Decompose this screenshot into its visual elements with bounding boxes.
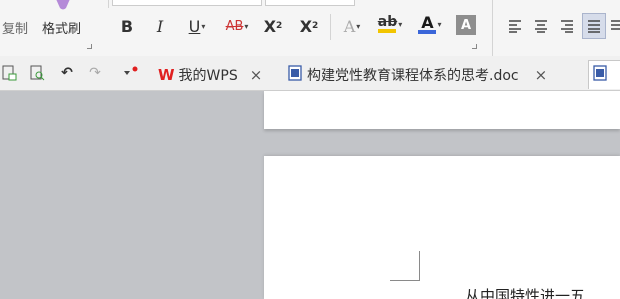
justify-icon[interactable] (582, 13, 606, 39)
font-color-label: A (421, 12, 434, 32)
page-margin-marker (390, 251, 420, 281)
document-icon (593, 65, 607, 85)
font-size-box-edge (265, 0, 355, 6)
font-color-bar (418, 29, 437, 34)
align-left-icon[interactable] (505, 14, 525, 38)
divider (492, 0, 493, 56)
italic-label: I (156, 16, 164, 36)
format-painter-button[interactable]: 格式刷 (42, 18, 81, 37)
subscript-button[interactable]: X 2 (296, 14, 322, 38)
print-preview-icon[interactable] (0, 64, 18, 82)
customize-toolbar-icon[interactable] (122, 64, 140, 82)
close-icon[interactable]: × (250, 66, 263, 84)
superscript-label: X (263, 16, 277, 36)
chevron-down-icon[interactable]: ▾ (356, 22, 360, 31)
font-name-box-edge (112, 0, 262, 6)
underline-button[interactable]: U ▾ (180, 14, 214, 38)
superscript-exponent: 2 (276, 21, 283, 31)
undo-icon[interactable]: ↶ (58, 64, 76, 82)
redo-icon[interactable]: ↷ (86, 64, 104, 82)
highlight-color-bar (378, 29, 397, 33)
char-shading-button[interactable]: A (456, 15, 476, 35)
chevron-down-icon[interactable]: ▾ (244, 22, 248, 31)
print-preview-icon-2[interactable] (28, 64, 46, 82)
tab-bar: ↶ ↷ W 我的WPS × 构建党性教育课程体系的思考.doc × (0, 56, 620, 91)
tab-active-document[interactable] (588, 60, 620, 89)
chevron-down-icon[interactable]: ▾ (398, 20, 402, 29)
text-effect-label: A (343, 16, 356, 36)
tab-my-wps[interactable]: W 我的WPS × (154, 60, 262, 89)
font-color-button[interactable]: A ▾ (412, 12, 448, 36)
copy-button[interactable]: 复制 (2, 18, 28, 37)
subscript-index: 2 (312, 21, 319, 31)
highlight-icon: ab (378, 15, 397, 33)
document-body-text[interactable]: 从中国特性进一五 (465, 285, 585, 299)
superscript-button[interactable]: X 2 (260, 14, 286, 38)
strikethrough-button[interactable]: AB ▾ (218, 14, 256, 38)
divider (108, 0, 109, 8)
subscript-label: X (299, 16, 313, 36)
char-shading-label: A (460, 17, 472, 33)
underline-label: U (188, 16, 201, 36)
close-icon[interactable]: × (535, 66, 548, 84)
chevron-down-icon[interactable]: ▾ (437, 20, 441, 29)
clipboard-dialog-launcher[interactable] (87, 44, 92, 49)
distributed-align-icon[interactable] (610, 14, 620, 38)
italic-button[interactable]: I (150, 14, 170, 38)
tab-document[interactable]: 构建党性教育课程体系的思考.doc × (288, 60, 547, 89)
tab-label: 我的WPS (178, 67, 238, 84)
document-icon (288, 64, 302, 85)
document-page-current[interactable] (264, 156, 620, 299)
ribbon-home: 复制 格式刷 B I U ▾ AB ▾ X 2 X 2 A ▾ ab ▾ A ▾… (0, 0, 620, 56)
font-color-icon: A (418, 12, 437, 34)
highlight-button[interactable]: ab ▾ (372, 12, 408, 36)
wps-logo-icon: W (158, 65, 175, 84)
format-painter-icon[interactable] (52, 0, 74, 10)
font-dialog-launcher[interactable] (472, 44, 477, 49)
document-page-previous (264, 91, 620, 129)
text-effect-button[interactable]: A ▾ (336, 14, 368, 38)
tab-label: 构建党性教育课程体系的思考.doc (307, 67, 519, 84)
chevron-down-icon[interactable]: ▾ (201, 22, 205, 31)
highlight-label: ab (377, 14, 398, 30)
bold-button[interactable]: B (117, 14, 137, 38)
bold-label: B (120, 16, 134, 36)
divider (330, 14, 331, 40)
align-center-icon[interactable] (531, 14, 551, 38)
strikethrough-label: AB (225, 18, 244, 34)
align-right-icon[interactable] (557, 14, 577, 38)
